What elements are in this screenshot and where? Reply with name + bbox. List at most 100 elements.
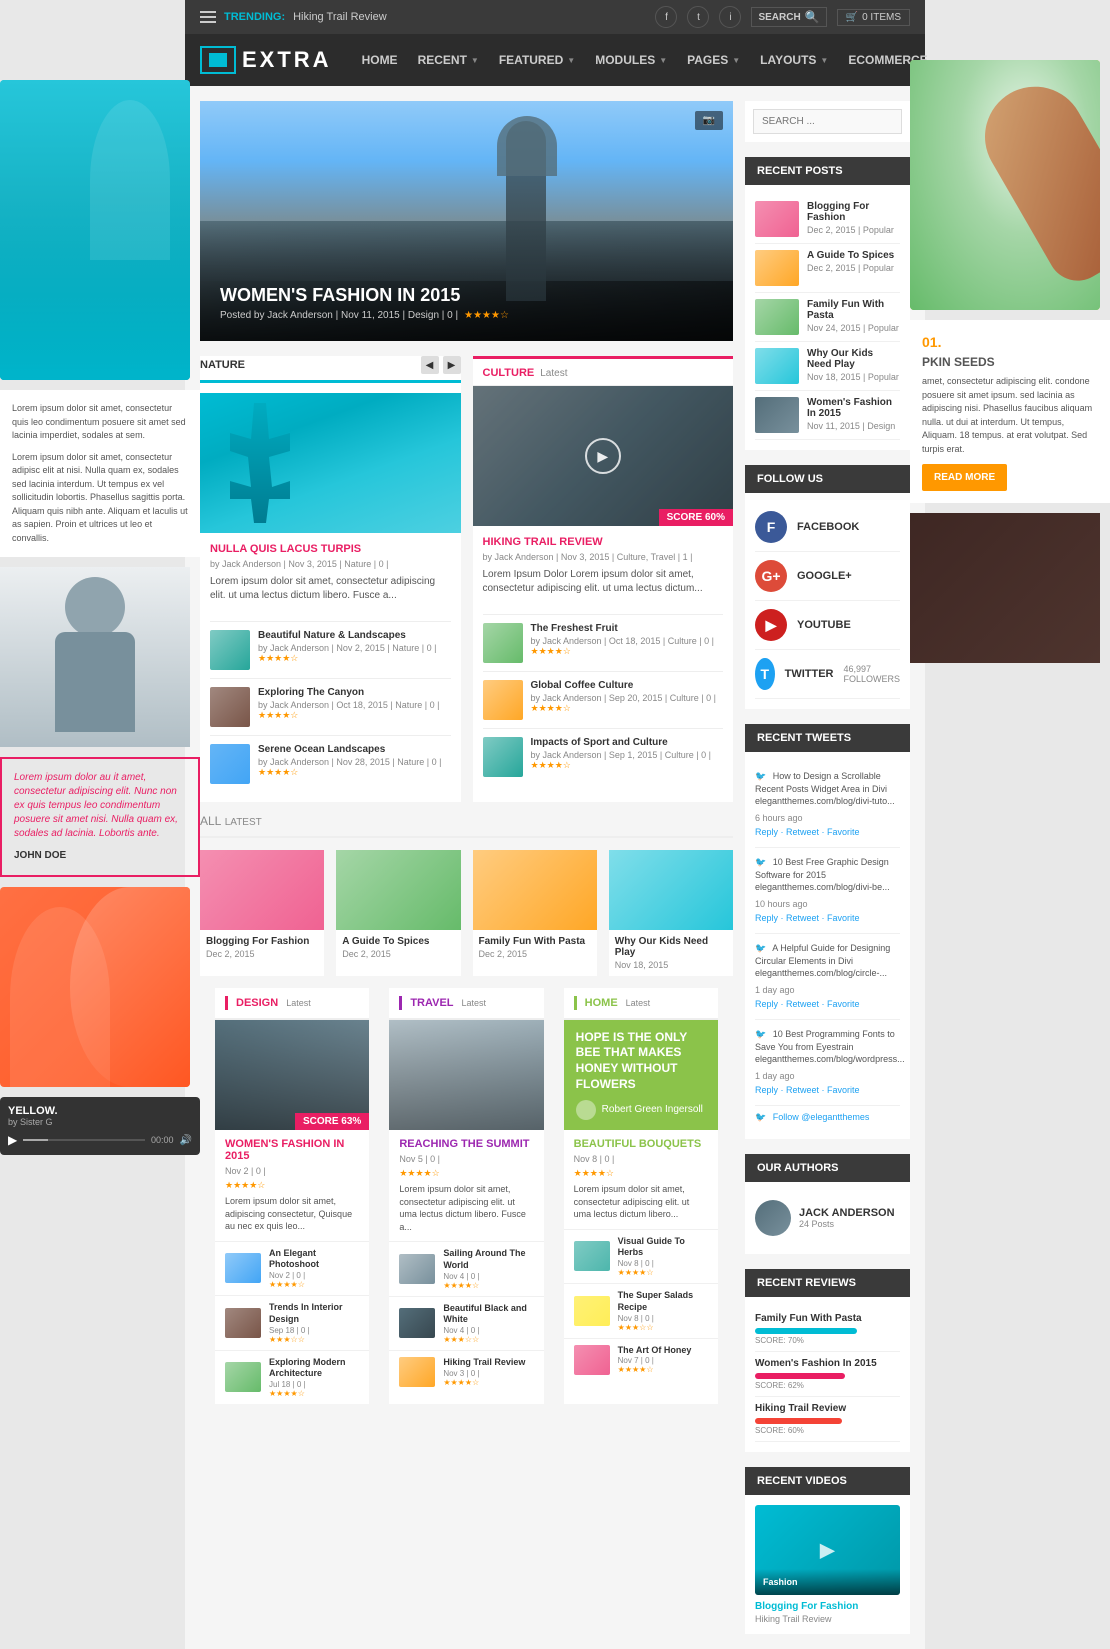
- nature-sp-title-3[interactable]: Serene Ocean Landscapes: [258, 744, 451, 755]
- nature-small-post-2: Exploring The Canyon by Jack Anderson | …: [210, 678, 451, 735]
- design-post-title[interactable]: WOMEN'S FASHION IN 2015: [225, 1138, 359, 1162]
- nature-sp-meta-3: by Jack Anderson | Nov 28, 2015 | Nature…: [258, 757, 451, 767]
- nav-bar: EXTRA HOME RECENT▼ FEATURED▼ MODULES▼ PA…: [185, 34, 925, 86]
- recent-tweets-widget: RECENT TWEETS 🐦 How to Design a Scrollab…: [745, 724, 910, 1139]
- logo[interactable]: EXTRA: [200, 46, 332, 74]
- latest-title-4[interactable]: Why Our Kids Need Play: [615, 936, 727, 958]
- logo-text: EXTRA: [242, 47, 332, 73]
- design-title: DESIGN: [236, 997, 278, 1009]
- author-1: JACK ANDERSON 24 Posts: [755, 1192, 900, 1244]
- follow-us-header: FOLLOW US: [745, 465, 910, 493]
- home-small-title-2[interactable]: The Super Salads Recipe: [618, 1290, 708, 1313]
- culture-sp-title-2[interactable]: Global Coffee Culture: [531, 680, 724, 691]
- travel-section: TRAVEL Latest REACHING THE SUMMIT Nov 5 …: [389, 988, 543, 1404]
- top-search-bar[interactable]: SEARCH 🔍: [751, 7, 826, 27]
- hamburger-menu[interactable]: [200, 11, 216, 23]
- follow-facebook[interactable]: f FACEBOOK: [755, 503, 900, 552]
- culture-sp-meta-3: by Jack Anderson | Sep 1, 2015 | Culture…: [531, 750, 724, 760]
- review-title-1[interactable]: Family Fun With Pasta: [755, 1313, 900, 1324]
- latest-title-1[interactable]: Blogging For Fashion: [206, 936, 318, 947]
- culture-play-btn[interactable]: ▶: [585, 438, 621, 474]
- culture-sp-title-1[interactable]: The Freshest Fruit: [531, 623, 724, 634]
- nature-post-title[interactable]: NULLA QUIS LACUS TURPIS: [210, 543, 451, 555]
- rp-title-1[interactable]: Blogging For Fashion: [807, 201, 900, 223]
- twitter-social-btn[interactable]: t: [687, 6, 709, 28]
- travel-post-title[interactable]: REACHING THE SUMMIT: [399, 1138, 533, 1150]
- latest-title-3[interactable]: Family Fun With Pasta: [479, 936, 591, 947]
- nature-next[interactable]: ▶: [443, 356, 461, 374]
- travel-small-title-1[interactable]: Sailing Around The World: [443, 1248, 533, 1271]
- latest-img-1: [200, 850, 324, 930]
- design-small-title-1[interactable]: An Elegant Photoshoot: [269, 1248, 359, 1271]
- review-title-3[interactable]: Hiking Trail Review: [755, 1403, 900, 1414]
- home-small-title-1[interactable]: Visual Guide To Herbs: [618, 1236, 708, 1259]
- video-subtitle: Hiking Trail Review: [755, 1614, 900, 1624]
- nav-recent[interactable]: RECENT▼: [418, 53, 479, 67]
- latest-title-2[interactable]: A Guide To Spices: [342, 936, 454, 947]
- latest-date-1: Dec 2, 2015: [206, 949, 318, 959]
- left-decorative-sidebar: Lorem ipsum dolor sit amet, consectetur …: [0, 80, 200, 1155]
- follow-youtube[interactable]: ▶ YOUTUBE: [755, 601, 900, 650]
- home-small-2: The Super Salads Recipe Nov 8 | 0 | ★★★☆…: [564, 1283, 718, 1337]
- cart-icon: 🛒: [846, 12, 858, 23]
- review-3: Hiking Trail Review SCORE: 60%: [755, 1397, 900, 1442]
- right-decorative-sidebar: 01. PKIN SEEDS amet, consectetur adipisc…: [910, 60, 1110, 663]
- travel-small-1: Sailing Around The World Nov 4 | 0 | ★★★…: [389, 1241, 543, 1295]
- travel-content: REACHING THE SUMMIT Nov 5 | 0 | ★★★★☆ Lo…: [389, 1130, 543, 1241]
- review-score-2: SCORE: 62%: [755, 1381, 900, 1390]
- facebook-social-btn[interactable]: f: [655, 6, 677, 28]
- video-title[interactable]: Blogging For Fashion: [755, 1601, 900, 1612]
- latest-date-2: Dec 2, 2015: [342, 949, 454, 959]
- instagram-social-btn[interactable]: i: [719, 6, 741, 28]
- design-small-1: An Elegant Photoshoot Nov 2 | 0 | ★★★★☆: [215, 1241, 369, 1295]
- all-latest-title: ALL Latest: [200, 814, 262, 828]
- rp-title-4[interactable]: Why Our Kids Need Play: [807, 348, 900, 370]
- author-name-1[interactable]: JACK ANDERSON: [799, 1207, 895, 1219]
- review-bar-3: [755, 1418, 842, 1424]
- home-small-3: The Art Of Honey Nov 7 | 0 | ★★★★☆: [564, 1338, 718, 1381]
- cart-button[interactable]: 🛒 0 ITEMS: [837, 9, 910, 26]
- read-more-button[interactable]: READ MORE: [922, 464, 1007, 491]
- nature-prev[interactable]: ◀: [421, 356, 439, 374]
- follow-googleplus[interactable]: g+ GOOGLE+: [755, 552, 900, 601]
- follow-twitter[interactable]: t TWITTER 46,997 followers: [755, 650, 900, 699]
- rp-title-5[interactable]: Women's Fashion In 2015: [807, 397, 900, 419]
- nature-sp-title-1[interactable]: Beautiful Nature & Landscapes: [258, 630, 451, 641]
- design-small-title-2[interactable]: Trends In Interior Design: [269, 1302, 359, 1325]
- nav-home[interactable]: HOME: [362, 53, 398, 67]
- recent-posts-header: RECENT POSTS: [745, 157, 910, 185]
- nature-sp-title-2[interactable]: Exploring The Canyon: [258, 687, 451, 698]
- review-title-2[interactable]: Women's Fashion In 2015: [755, 1358, 900, 1369]
- home-post-title[interactable]: BEAUTIFUL BOUQUETS: [574, 1138, 708, 1150]
- design-small-title-3[interactable]: Exploring Modern Architecture: [269, 1357, 359, 1380]
- logo-icon: [200, 46, 236, 74]
- culture-sp-title-3[interactable]: Impacts of Sport and Culture: [531, 737, 724, 748]
- nature-sp-meta-2: by Jack Anderson | Oct 18, 2015 | Nature…: [258, 700, 451, 710]
- video-thumbnail[interactable]: Fashion: [755, 1505, 900, 1595]
- nature-stars-3: ★★★★☆: [258, 767, 451, 778]
- nav-featured[interactable]: FEATURED▼: [499, 53, 575, 67]
- top-bar: TRENDING: Hiking Trail Review f t i SEAR…: [185, 0, 925, 34]
- rp-meta-2: Dec 2, 2015 | Popular: [807, 263, 894, 273]
- right-dark-image: [910, 513, 1100, 663]
- nature-culture-row: NATURE ◀ ▶ NULLA QUIS LACUS TURPIS by Ja…: [200, 341, 733, 802]
- sidebar-search-input[interactable]: [753, 109, 902, 134]
- nav-modules[interactable]: MODULES▼: [595, 53, 667, 67]
- home-small-title-3[interactable]: The Art Of Honey: [618, 1345, 692, 1357]
- culture-title: CULTURE: [483, 367, 535, 379]
- hero-image: WOMEN'S FASHION IN 2015 Posted by Jack A…: [200, 101, 733, 341]
- rp-title-2[interactable]: A Guide To Spices: [807, 250, 894, 261]
- nav-pages[interactable]: PAGES▼: [687, 53, 740, 67]
- travel-small-3: Hiking Trail Review Nov 3 | 0 | ★★★★☆: [389, 1350, 543, 1393]
- rp-title-3[interactable]: Family Fun With Pasta: [807, 299, 900, 321]
- home-quote-box: HOPE IS THE ONLY BEE THAT MAKES HONEY WI…: [564, 1020, 718, 1130]
- culture-post-title[interactable]: HIKING TRAIL REVIEW: [483, 536, 724, 548]
- travel-small-title-2[interactable]: Beautiful Black and White: [443, 1303, 533, 1326]
- right-spice-text: 01. PKIN SEEDS amet, consectetur adipisc…: [910, 320, 1110, 503]
- nav-layouts[interactable]: LAYOUTS▼: [760, 53, 828, 67]
- hero-title: WOMEN'S FASHION IN 2015: [220, 285, 509, 306]
- travel-small-title-3[interactable]: Hiking Trail Review: [443, 1357, 525, 1369]
- tweet-follow-link[interactable]: 🐦 Follow @elegantthemes: [755, 1106, 900, 1129]
- home-st-3: [574, 1345, 610, 1375]
- recent-tweets-body: 🐦 How to Design a Scrollable Recent Post…: [745, 752, 910, 1139]
